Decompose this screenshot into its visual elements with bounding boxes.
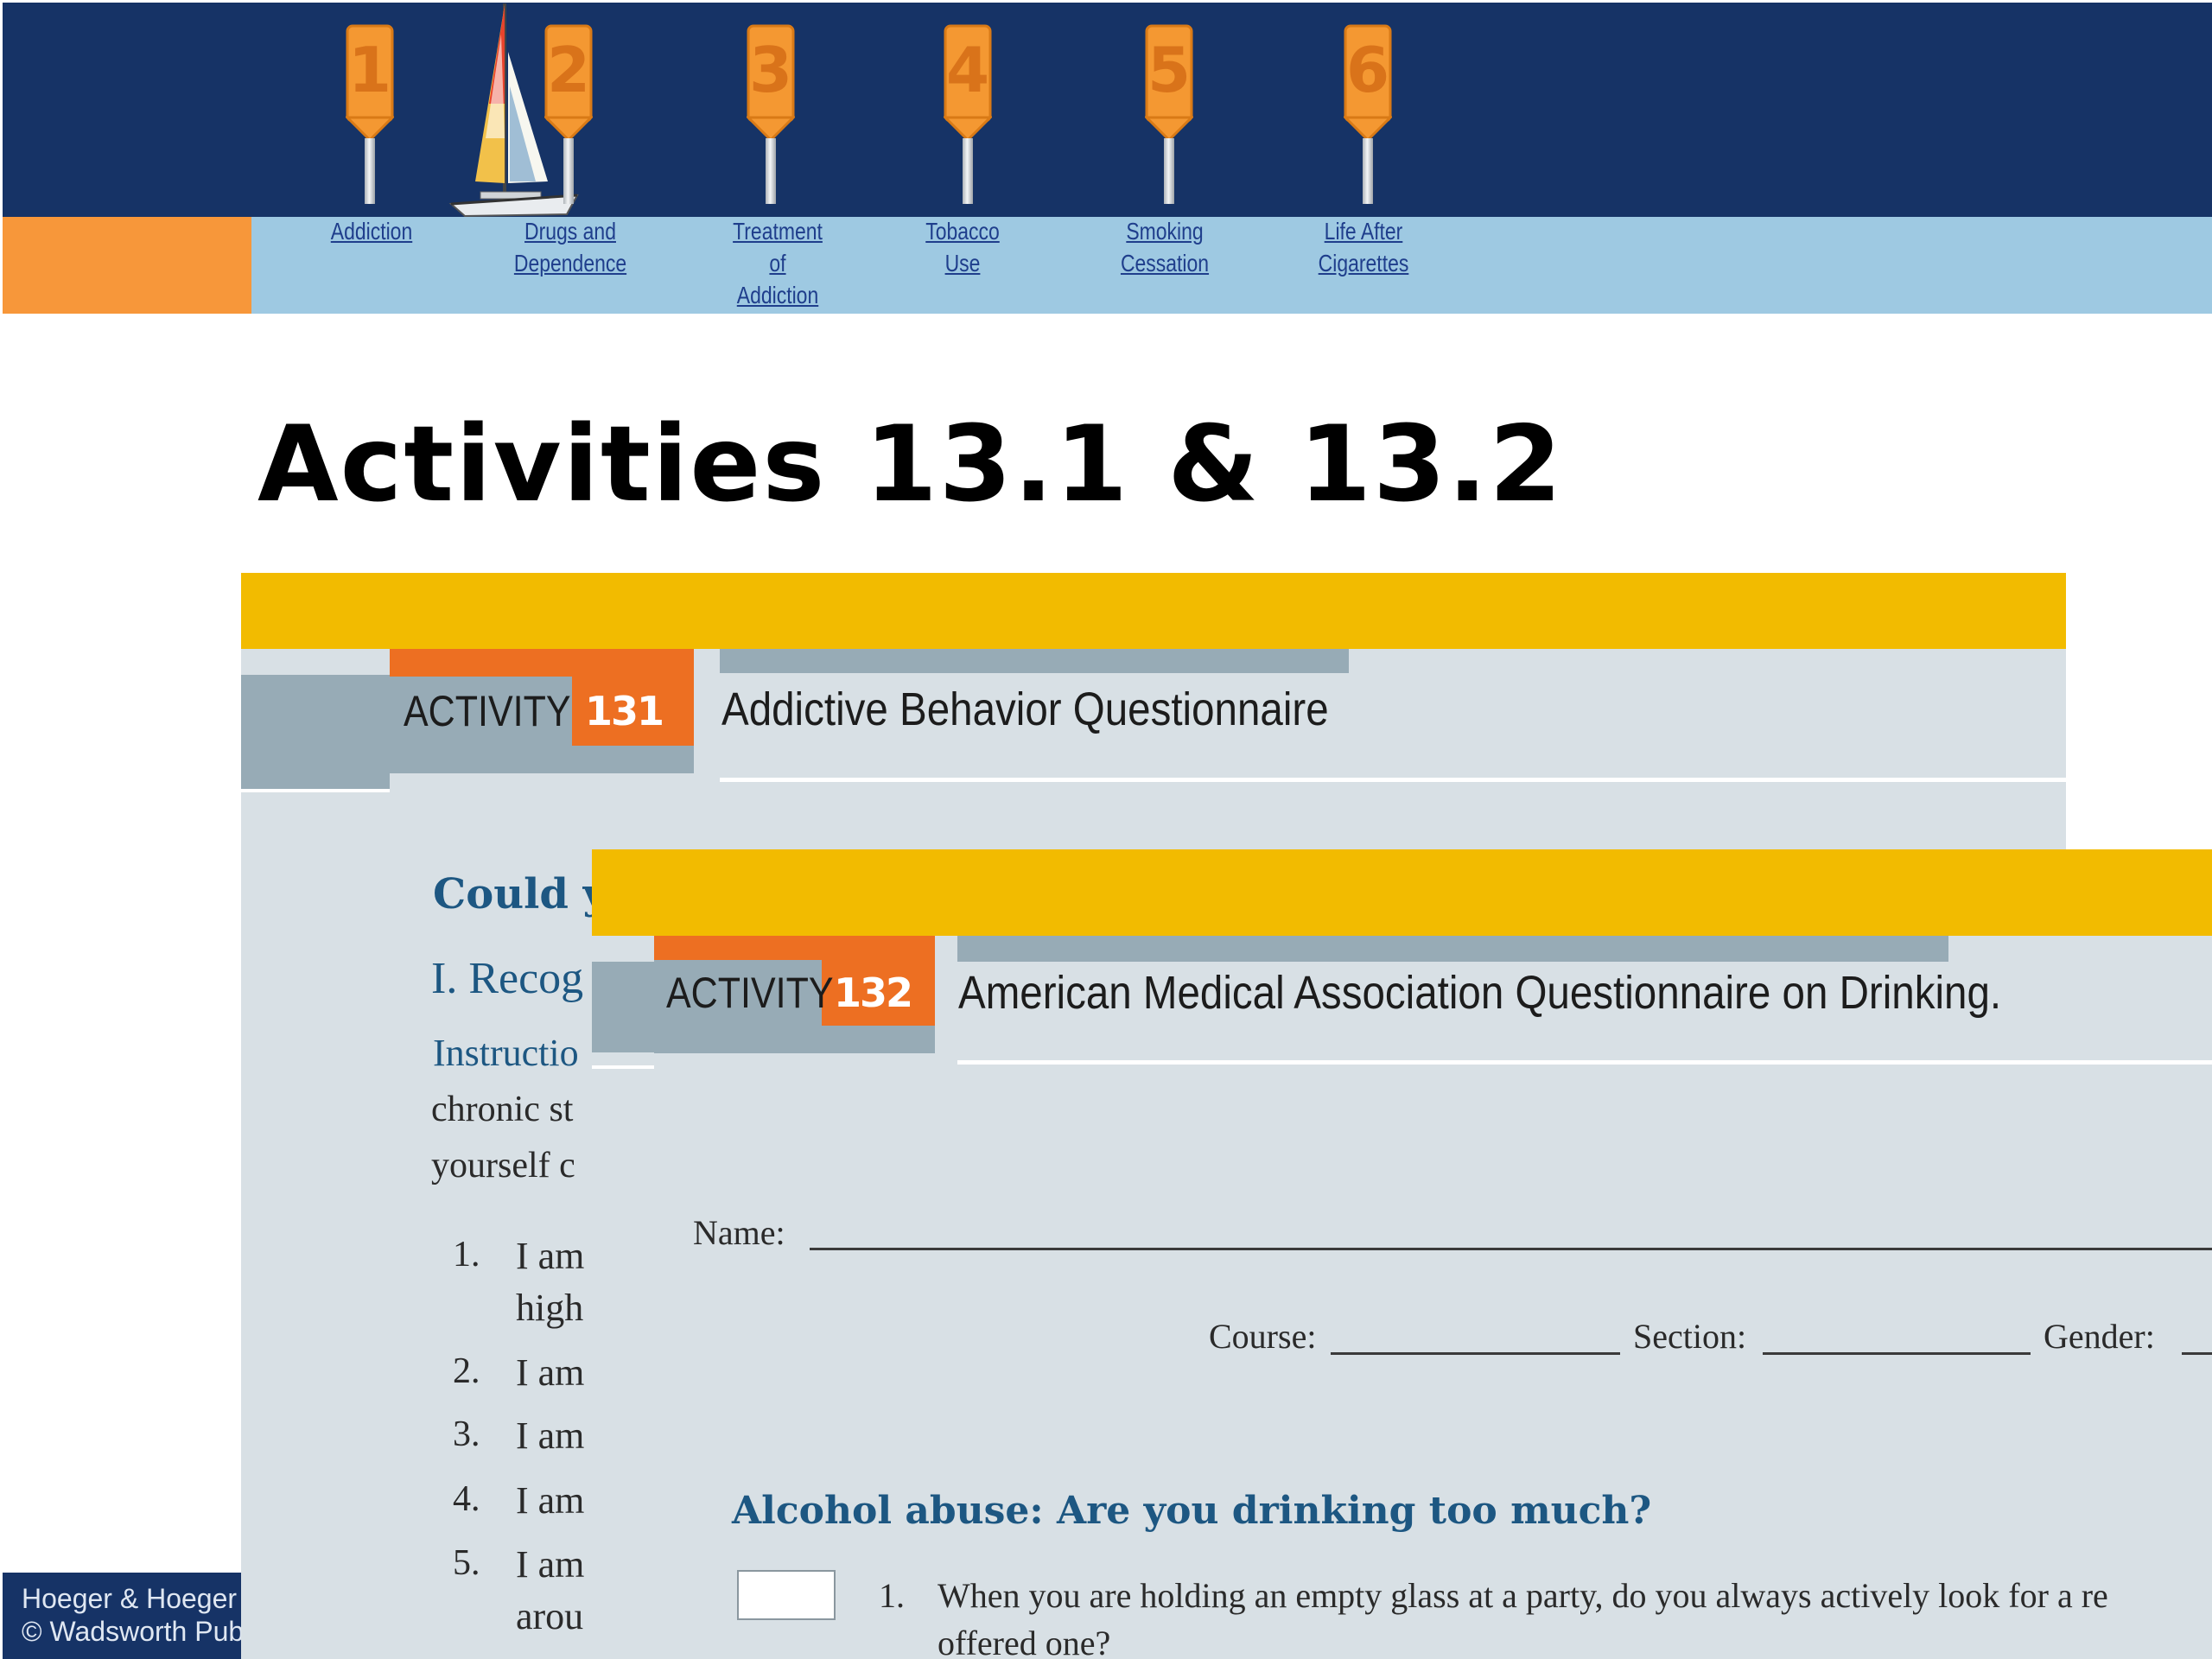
activity-number: 132 <box>834 969 913 1016</box>
marker-pole <box>1363 138 1373 204</box>
list-item-text: I am <box>516 1414 585 1457</box>
activity-title: Addictive Behavior Questionnaire <box>721 683 1329 735</box>
gender-label: Gender: <box>2044 1317 2155 1356</box>
question-text: offered one? <box>938 1624 1111 1659</box>
marker-pole <box>963 138 973 204</box>
list-item-text: I am <box>516 1351 585 1394</box>
panel-yellow-band <box>241 573 2066 649</box>
list-item-text: arou <box>516 1595 584 1637</box>
marker-sign-icon: 1 <box>346 22 394 143</box>
gender-field[interactable] <box>2182 1352 2212 1355</box>
panel-gray-block <box>241 675 390 789</box>
activity-label: ACTIVITY <box>666 969 834 1017</box>
marker-number: 5 <box>1147 34 1191 106</box>
nav-link-life-after-cigarettes[interactable]: Life After Cigarettes <box>1293 215 1434 279</box>
list-item-number: 1. <box>453 1235 480 1274</box>
section-field[interactable] <box>1763 1352 2031 1355</box>
body-text-line: yourself c <box>431 1146 575 1185</box>
marker-sign-icon: 5 <box>1145 22 1193 143</box>
section-heading: I. Recog <box>431 954 584 1003</box>
list-item-text: high <box>516 1287 584 1329</box>
title-underline <box>720 778 2066 782</box>
panel-divider <box>241 789 390 792</box>
footer-authors: Hoeger & Hoeger <box>22 1583 238 1614</box>
list-item-number: 5. <box>453 1543 480 1583</box>
activity-orange-strip <box>654 936 935 960</box>
page-title: Activities 13.1 & 13.2 <box>257 404 1564 525</box>
section-label: Section: <box>1633 1317 1747 1356</box>
marker-pole <box>365 138 375 204</box>
copyright-footer: Hoeger & Hoeger © Wadsworth Pub <box>3 1573 241 1659</box>
nav-link-drugs-and-dependence[interactable]: Drugs and Dependence <box>499 215 641 279</box>
list-item-text: I am <box>516 1235 585 1277</box>
name-field[interactable] <box>810 1248 2212 1250</box>
questionnaire-heading: Alcohol abuse: Are you drinking too much… <box>732 1489 1652 1533</box>
orange-accent-block <box>3 217 251 314</box>
marker-number: 6 <box>1346 34 1389 106</box>
footer-publisher: © Wadsworth Pub <box>22 1616 241 1647</box>
nav-link-addiction[interactable]: Addiction <box>315 215 428 247</box>
activity-number: 131 <box>585 688 664 734</box>
marker-number: 1 <box>348 34 391 106</box>
marker-pole <box>766 138 776 204</box>
question-number: 1. <box>879 1576 905 1615</box>
marker-sign-icon: 3 <box>747 22 795 143</box>
list-item-number: 2. <box>453 1351 480 1391</box>
marker-number: 2 <box>547 34 590 106</box>
activity-label: ACTIVITY <box>404 687 571 735</box>
panel-gray-block <box>592 962 654 1052</box>
answer-checkbox[interactable] <box>737 1570 836 1620</box>
marker-number: 4 <box>946 34 989 106</box>
marker-number: 3 <box>749 34 792 106</box>
panel-divider <box>592 1065 654 1069</box>
marker-sign-icon: 2 <box>544 22 593 143</box>
nav-link-smoking-cessation[interactable]: Smoking Cessation <box>1101 215 1229 279</box>
marker-sign-icon: 4 <box>944 22 992 143</box>
question-text: When you are holding an empty glass at a… <box>938 1576 2108 1615</box>
list-item-number: 4. <box>453 1479 480 1519</box>
list-item-text: I am <box>516 1479 585 1522</box>
list-item-number: 3. <box>453 1414 480 1454</box>
title-underline <box>957 1060 2212 1065</box>
panel-yellow-band <box>592 849 2212 936</box>
list-item-text: I am <box>516 1543 585 1586</box>
course-label: Course: <box>1209 1317 1317 1356</box>
course-field[interactable] <box>1331 1352 1620 1355</box>
top-banner <box>3 3 2212 217</box>
body-text-line: chronic st <box>431 1090 574 1129</box>
activity-13-2-panel: ACTIVITY 132 American Medical Associatio… <box>592 849 2212 1659</box>
title-gray-strip <box>720 649 1349 673</box>
activity-orange-strip <box>390 649 694 677</box>
name-label: Name: <box>693 1213 785 1252</box>
nav-link-treatment-of-addiction[interactable]: Treatment of Addiction <box>707 215 849 311</box>
questionnaire-heading: Could y <box>433 870 607 918</box>
nav-link-tobacco-use[interactable]: Tobacco Use <box>906 215 1019 279</box>
marker-pole <box>563 138 574 204</box>
marker-pole <box>1164 138 1174 204</box>
activity-title: American Medical Association Questionnai… <box>958 967 2002 1019</box>
instructions-label: Instructio <box>433 1032 579 1074</box>
marker-sign-icon: 6 <box>1344 22 1392 143</box>
title-gray-strip <box>957 936 1948 962</box>
